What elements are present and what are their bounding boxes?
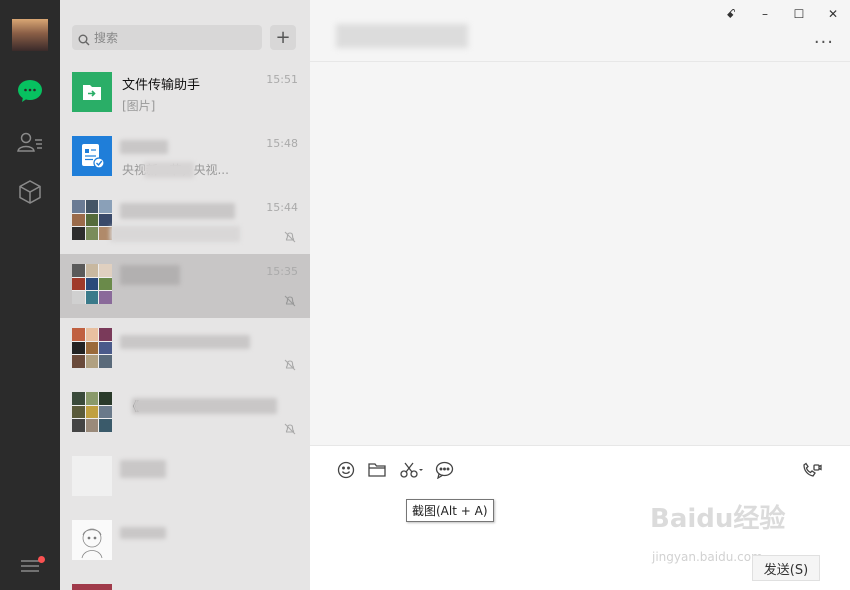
blurred-preview bbox=[110, 226, 240, 242]
chat-item-file-transfer[interactable]: 文件传输助手 [图片] 15:51 bbox=[60, 62, 310, 126]
search-icon bbox=[78, 31, 90, 50]
contacts-icon[interactable] bbox=[15, 127, 45, 157]
chat-time: 15:35 bbox=[266, 265, 298, 278]
blurred-name bbox=[120, 335, 250, 349]
chat-item-group-2[interactable] bbox=[60, 318, 310, 382]
video-call-icon[interactable] bbox=[801, 459, 823, 481]
chat-preview: [图片] bbox=[122, 99, 156, 113]
message-area bbox=[310, 62, 850, 445]
blurred-name bbox=[120, 203, 235, 219]
minimize-button[interactable]: – bbox=[756, 5, 774, 23]
maximize-button[interactable]: ☐ bbox=[790, 5, 808, 23]
scissors-icon[interactable] bbox=[398, 459, 426, 481]
bubble-icon[interactable] bbox=[433, 459, 455, 481]
more-options-button[interactable]: ··· bbox=[814, 32, 834, 53]
chat-item-active[interactable]: 15:35 bbox=[60, 254, 310, 318]
chat-item-group-3[interactable]: 《 bbox=[60, 382, 310, 446]
chat-title bbox=[336, 24, 468, 48]
mute-icon bbox=[284, 356, 296, 375]
contact-avatar bbox=[72, 520, 112, 560]
chat-time: 15:51 bbox=[266, 73, 298, 86]
chat-item-group[interactable]: 15:44 bbox=[60, 190, 310, 254]
blurred-preview bbox=[144, 162, 194, 178]
watermark-logo: Baidu经验 bbox=[650, 504, 786, 534]
notification-dot bbox=[38, 556, 45, 563]
pin-button[interactable]: ꗃ bbox=[722, 5, 740, 23]
contact-avatar bbox=[72, 456, 112, 496]
folder-icon[interactable] bbox=[366, 459, 388, 481]
cube-icon[interactable] bbox=[15, 177, 45, 207]
chat-icon[interactable] bbox=[15, 76, 45, 106]
chat-header: ꗃ – ☐ ✕ ··· bbox=[310, 0, 850, 62]
file-transfer-avatar bbox=[72, 72, 112, 112]
search-input[interactable] bbox=[94, 25, 254, 50]
close-button[interactable]: ✕ bbox=[824, 5, 842, 23]
send-button[interactable]: 发送(S) bbox=[752, 555, 820, 581]
chat-window: ꗃ – ☐ ✕ ··· 截图(Alt + A) Baidu经验 jingyan.… bbox=[310, 0, 850, 590]
group-avatar bbox=[72, 200, 112, 240]
nav-rail bbox=[0, 0, 60, 590]
next-avatar-edge bbox=[72, 584, 112, 590]
group-avatar bbox=[72, 392, 112, 432]
blurred-name bbox=[132, 398, 277, 414]
user-avatar[interactable] bbox=[12, 19, 48, 51]
chat-item-news[interactable]: 央视新...节，央视... 15:48 bbox=[60, 126, 310, 190]
chat-name: 文件传输助手 bbox=[122, 78, 201, 93]
mute-icon bbox=[284, 420, 296, 439]
add-button[interactable]: + bbox=[270, 25, 296, 50]
chat-item-contact[interactable] bbox=[60, 446, 310, 510]
search-box[interactable] bbox=[72, 25, 262, 50]
mute-icon bbox=[284, 292, 296, 311]
blurred-name bbox=[120, 527, 166, 539]
screenshot-tooltip: 截图(Alt + A) bbox=[406, 499, 494, 522]
chat-time: 15:48 bbox=[266, 137, 298, 150]
chat-list: + 文件传输助手 [图片] 15:51 央视新...节，央视... 15:48 … bbox=[60, 0, 310, 590]
emoji-icon[interactable] bbox=[335, 459, 357, 481]
chat-time: 15:44 bbox=[266, 201, 298, 214]
group-avatar bbox=[72, 264, 112, 304]
blurred-name bbox=[120, 460, 166, 478]
group-avatar bbox=[72, 328, 112, 368]
chat-item-contact-2[interactable] bbox=[60, 510, 310, 574]
watermark-url: jingyan.baidu.com bbox=[652, 550, 763, 564]
news-avatar bbox=[72, 136, 112, 176]
mute-icon bbox=[284, 228, 296, 247]
composer: 截图(Alt + A) Baidu经验 jingyan.baidu.com 发送… bbox=[310, 445, 850, 590]
blurred-name bbox=[120, 140, 168, 154]
blurred-name bbox=[120, 265, 180, 285]
